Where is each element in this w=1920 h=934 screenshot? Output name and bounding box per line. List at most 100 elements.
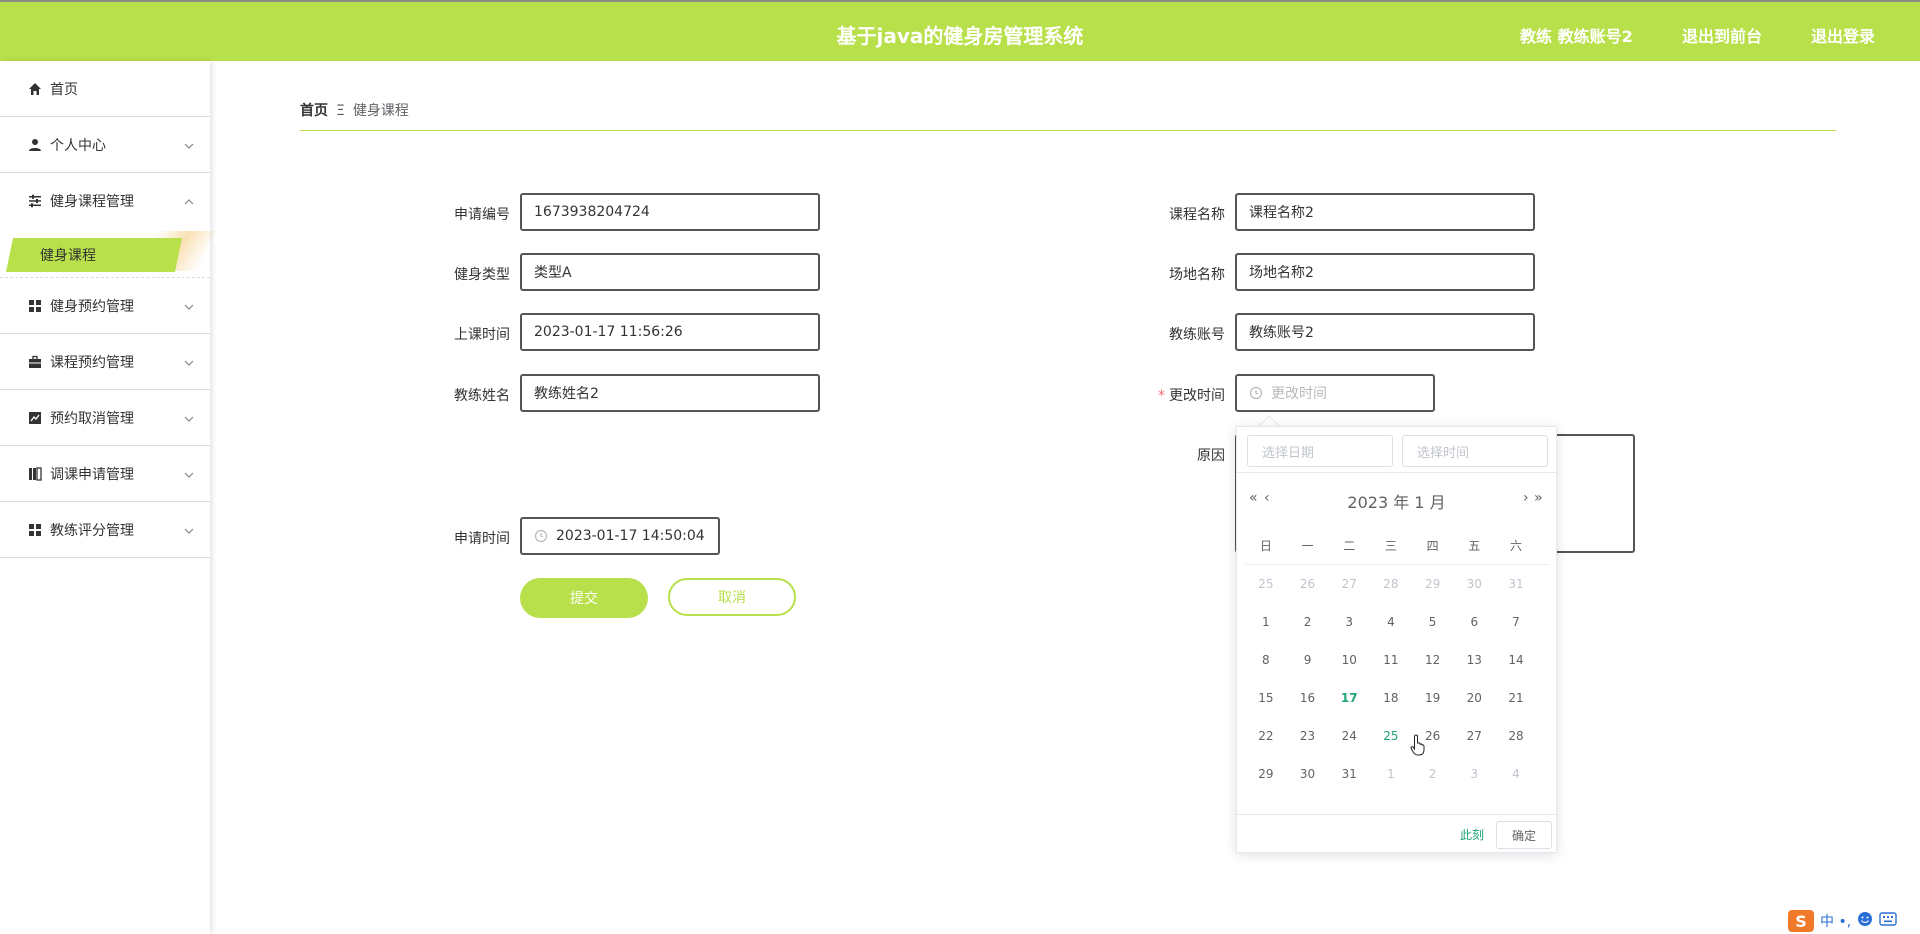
sidebar-item-fitness-booking[interactable]: 健身预约管理 — [0, 278, 210, 334]
coach-name-field[interactable]: 教练姓名2 — [520, 374, 820, 412]
breadcrumb-current: 健身课程 — [352, 103, 409, 119]
submit-button[interactable]: 提交 — [520, 578, 648, 618]
sidebar-item-coach-rating[interactable]: 教练评分管理 — [0, 502, 210, 558]
home-icon — [28, 82, 42, 96]
coach-name-label: 教练姓名 — [454, 388, 510, 404]
calendar-day[interactable]: 29 — [1412, 577, 1454, 591]
calendar-week: 29 30 31 1 2 3 4 — [1245, 755, 1549, 793]
calendar-day[interactable]: 25 — [1245, 577, 1287, 591]
calendar-day[interactable]: 5 — [1412, 615, 1454, 629]
calendar-day[interactable]: 31 — [1495, 577, 1537, 591]
clock-icon — [1249, 386, 1263, 400]
calendar-day[interactable]: 19 — [1412, 691, 1454, 705]
sidebar-item-reschedule[interactable]: 调课申请管理 — [0, 446, 210, 502]
exit-to-front-link[interactable]: 退出到前台 — [1682, 23, 1762, 47]
calendar-day[interactable]: 28 — [1370, 577, 1412, 591]
weekday-label: 三 — [1384, 539, 1397, 553]
picker-date-input[interactable]: 选择日期 — [1247, 435, 1393, 467]
calendar-day[interactable]: 24 — [1328, 729, 1370, 743]
fitness-type-field[interactable]: 类型A — [520, 253, 820, 291]
cancel-button[interactable]: 取消 — [668, 578, 796, 616]
current-user-link[interactable]: 教练 教练账号2 — [1520, 23, 1633, 47]
calendar-day[interactable]: 2 — [1412, 767, 1454, 781]
confirm-button[interactable]: 确定 — [1496, 821, 1552, 849]
calendar-day[interactable]: 3 — [1453, 767, 1495, 781]
calendar-day-today[interactable]: 17 — [1328, 691, 1370, 705]
calendar-day[interactable]: 30 — [1453, 577, 1495, 591]
calendar-day[interactable]: 12 — [1412, 653, 1454, 667]
sidebar-item-course-booking[interactable]: 课程预约管理 — [0, 334, 210, 390]
calendar-day[interactable]: 20 — [1453, 691, 1495, 705]
calendar-week: 15 16 17 18 19 20 21 — [1245, 679, 1549, 717]
calendar-day[interactable]: 4 — [1495, 767, 1537, 781]
sidebar-item-label: 调课申请管理 — [50, 466, 134, 483]
ime-tray[interactable]: S 中 •, — [1788, 910, 1897, 932]
calendar-day[interactable]: 7 — [1495, 615, 1537, 629]
apply-time-field[interactable]: 2023-01-17 14:50:04 — [520, 517, 720, 555]
course-name-value: 课程名称2 — [1249, 205, 1314, 221]
course-name-field[interactable]: 课程名称2 — [1235, 193, 1535, 231]
calendar-day[interactable]: 18 — [1370, 691, 1412, 705]
calendar-day[interactable]: 4 — [1370, 615, 1412, 629]
calendar-day[interactable]: 26 — [1287, 577, 1329, 591]
sidebar-item-booking-cancel[interactable]: 预约取消管理 — [0, 390, 210, 446]
sidebar-item-course-management[interactable]: 健身课程管理 — [0, 173, 210, 229]
change-time-placeholder: 更改时间 — [1271, 386, 1327, 402]
venue-field[interactable]: 场地名称2 — [1235, 253, 1535, 291]
picker-month-title[interactable]: 2023 年 1 月 — [1237, 489, 1556, 513]
calendar-day[interactable]: 21 — [1495, 691, 1537, 705]
calendar-day[interactable]: 30 — [1287, 767, 1329, 781]
calendar-day[interactable]: 9 — [1287, 653, 1329, 667]
calendar-day[interactable]: 29 — [1245, 767, 1287, 781]
calendar-day[interactable]: 11 — [1370, 653, 1412, 667]
apply-no-value: 1673938204724 — [534, 204, 650, 220]
calendar-day[interactable]: 14 — [1495, 653, 1537, 667]
calendar-day[interactable]: 15 — [1245, 691, 1287, 705]
calendar-day[interactable]: 31 — [1328, 767, 1370, 781]
calendar-day[interactable]: 27 — [1453, 729, 1495, 743]
required-asterisk: * — [1158, 388, 1165, 404]
calendar-day[interactable]: 22 — [1245, 729, 1287, 743]
sidebar: 首页 个人中心 健身课程管理 健身课程 健身预约管理 课程预约管理 预约取消管理… — [0, 61, 216, 934]
weekday-label: 六 — [1509, 539, 1522, 553]
user-icon — [28, 138, 42, 152]
hand-cursor-icon — [1410, 734, 1428, 760]
picker-time-input[interactable]: 选择时间 — [1402, 435, 1548, 467]
class-time-field[interactable]: 2023-01-17 11:56:26 — [520, 313, 820, 351]
calendar-day[interactable]: 8 — [1245, 653, 1287, 667]
class-time-value: 2023-01-17 11:56:26 — [534, 324, 683, 340]
calendar-day[interactable]: 3 — [1328, 615, 1370, 629]
calendar-grid: 日 一 二 三 四 五 六 25 26 27 28 29 30 31 1 2 3… — [1245, 527, 1549, 793]
chevron-down-icon — [184, 139, 194, 155]
sidebar-item-personal-center[interactable]: 个人中心 — [0, 117, 210, 173]
class-time-label: 上课时间 — [454, 327, 510, 343]
apply-no-field[interactable]: 1673938204724 — [520, 193, 820, 231]
next-year-button[interactable]: » — [1534, 490, 1543, 506]
chevron-down-icon — [184, 524, 194, 540]
calendar-day[interactable]: 6 — [1453, 615, 1495, 629]
calendar-day[interactable]: 10 — [1328, 653, 1370, 667]
calendar-day[interactable]: 28 — [1495, 729, 1537, 743]
sidebar-item-label: 教练评分管理 — [50, 522, 134, 539]
sidebar-item-home[interactable]: 首页 — [0, 61, 210, 117]
picker-footer: 此刻 确定 — [1237, 814, 1556, 853]
calendar-day[interactable]: 27 — [1328, 577, 1370, 591]
calendar-day-hovered[interactable]: 25 — [1370, 729, 1412, 743]
chevron-up-icon — [184, 195, 194, 211]
sidebar-subitem-fitness-course[interactable]: 健身课程 — [6, 238, 182, 272]
logout-link[interactable]: 退出登录 — [1811, 23, 1875, 47]
breadcrumb-divider — [300, 130, 1836, 131]
now-button[interactable]: 此刻 — [1460, 826, 1484, 843]
calendar-day[interactable]: 1 — [1245, 615, 1287, 629]
calendar-day[interactable]: 23 — [1287, 729, 1329, 743]
change-time-field[interactable]: 更改时间 — [1235, 374, 1435, 412]
calendar-week: 1 2 3 4 5 6 7 — [1245, 603, 1549, 641]
calendar-day[interactable]: 13 — [1453, 653, 1495, 667]
next-month-button[interactable]: › — [1523, 490, 1529, 506]
breadcrumb-home[interactable]: 首页 — [300, 103, 328, 119]
calendar-day[interactable]: 1 — [1370, 767, 1412, 781]
apply-time-label: 申请时间 — [454, 531, 510, 547]
calendar-day[interactable]: 2 — [1287, 615, 1329, 629]
coach-account-field[interactable]: 教练账号2 — [1235, 313, 1535, 351]
calendar-day[interactable]: 16 — [1287, 691, 1329, 705]
